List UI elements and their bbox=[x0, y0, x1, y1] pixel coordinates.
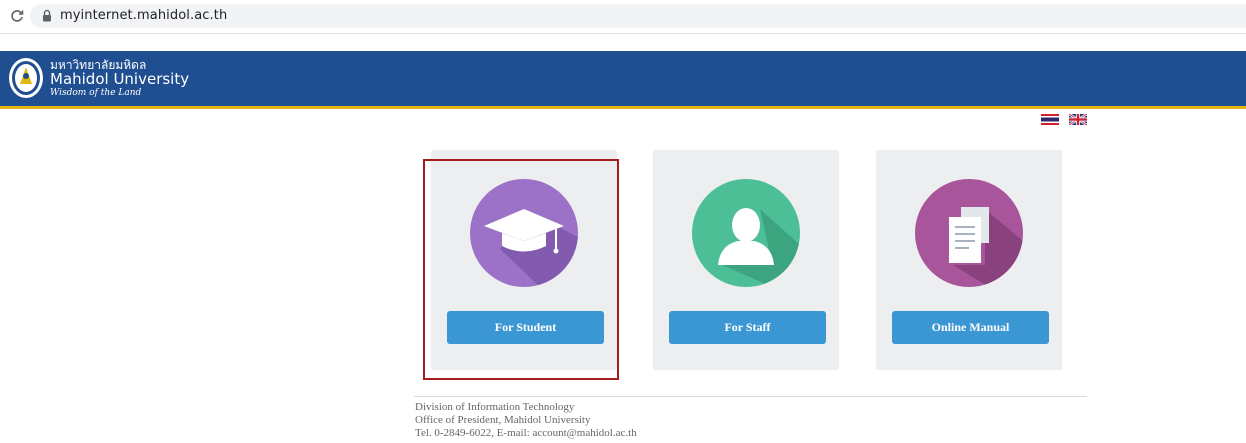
logo-motto: Wisdom of the Land bbox=[50, 88, 142, 98]
university-seal-icon[interactable] bbox=[8, 57, 44, 99]
footer-divider bbox=[414, 396, 1087, 397]
thai-flag-icon[interactable] bbox=[1041, 114, 1059, 125]
staff-card: For Staff bbox=[653, 150, 839, 370]
footer-contact: Division of Information Technology Offic… bbox=[415, 401, 637, 440]
footer-division: Division of Information Technology bbox=[415, 401, 575, 413]
logo-english-name: Mahidol University bbox=[50, 70, 190, 88]
university-logo-text[interactable]: มหาวิทยาลัยมหิดล Mahidol University Wisd… bbox=[50, 59, 189, 98]
online-manual-button[interactable]: Online Manual bbox=[892, 311, 1049, 344]
for-staff-button[interactable]: For Staff bbox=[669, 311, 826, 344]
footer-contact-line: Tel. 0-2849-6022, E-mail: account@mahido… bbox=[415, 427, 637, 439]
document-icon[interactable] bbox=[915, 179, 1023, 287]
url-bar[interactable]: myinternet.mahidol.ac.th bbox=[30, 4, 1246, 28]
user-silhouette-icon[interactable] bbox=[692, 179, 800, 287]
for-student-button[interactable]: For Student bbox=[447, 311, 604, 344]
lock-icon bbox=[43, 9, 51, 22]
reload-icon[interactable] bbox=[10, 9, 24, 23]
url-text[interactable]: myinternet.mahidol.ac.th bbox=[60, 8, 227, 23]
site-header: มหาวิทยาลัยมหิดล Mahidol University Wisd… bbox=[0, 51, 1246, 109]
uk-flag-icon[interactable] bbox=[1069, 114, 1087, 125]
student-card: For Student bbox=[431, 150, 617, 370]
footer-office: Office of President, Mahidol University bbox=[415, 414, 591, 426]
browser-address-bar: myinternet.mahidol.ac.th bbox=[0, 0, 1246, 34]
manual-card: Online Manual bbox=[876, 150, 1062, 370]
graduation-cap-icon[interactable] bbox=[470, 179, 578, 287]
